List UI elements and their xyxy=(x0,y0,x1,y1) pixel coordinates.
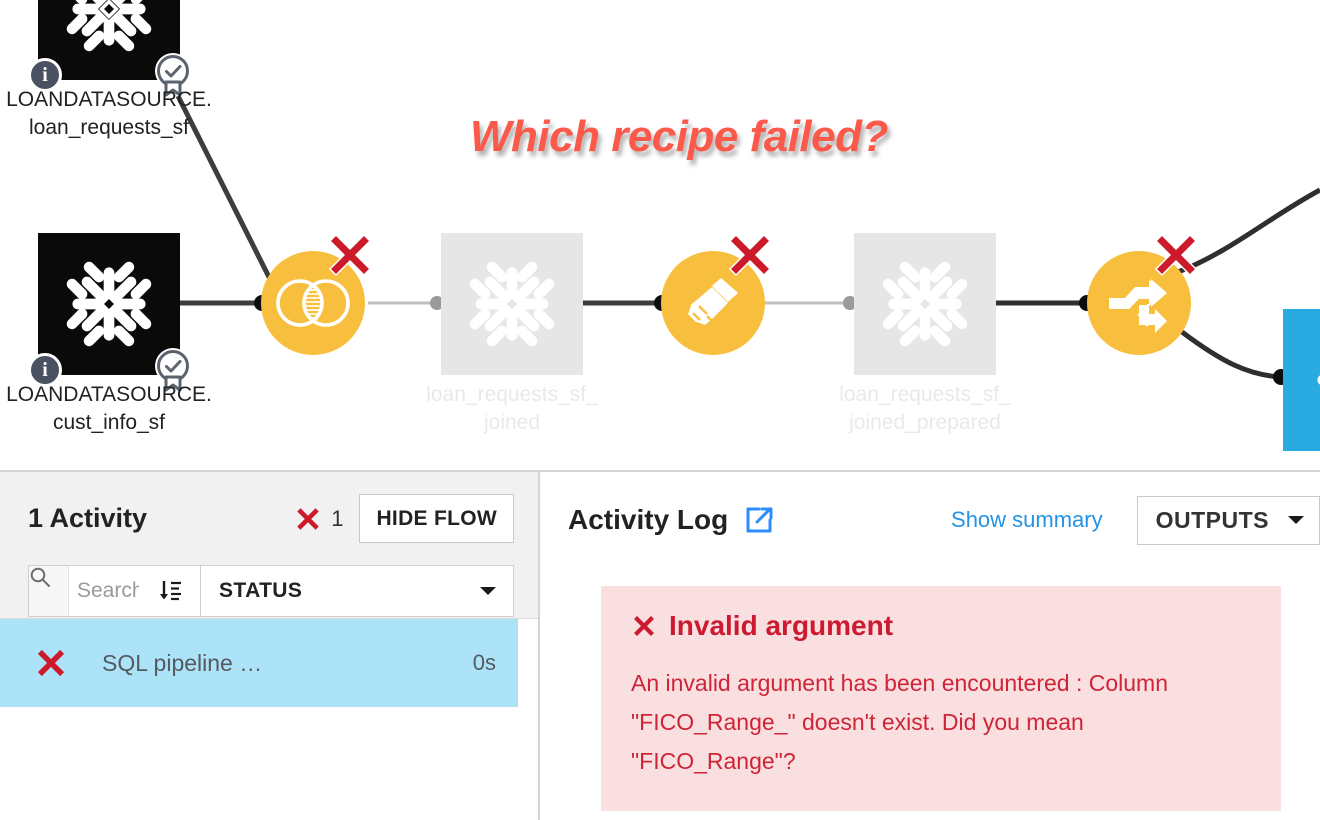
activities-panel: 1 Activity 1 HIDE FLOW Search a STATUS S… xyxy=(0,472,540,820)
show-summary-link[interactable]: Show summary xyxy=(951,507,1103,533)
outputs-dropdown[interactable]: OUTPUTS xyxy=(1136,495,1320,545)
search-input[interactable] xyxy=(69,567,141,615)
recipe-node-prepare[interactable] xyxy=(661,234,771,355)
activity-log-title: Activity Log xyxy=(568,504,729,535)
activities-title: 1 Activity xyxy=(28,503,148,533)
chevron-down-icon xyxy=(1288,516,1304,524)
dataiku-flow-screen: i LOANDATASOURCE. loan_requests_sf i LOA… xyxy=(0,0,1320,820)
error-title-row: Invalid argument xyxy=(631,610,1251,642)
dataset-node-loan-requests-sf-joined[interactable]: loan_requests_sf_ joined xyxy=(426,233,598,434)
annotation-text: Which recipe failed? xyxy=(467,109,892,165)
hide-flow-button[interactable]: HIDE FLOW xyxy=(359,494,514,543)
status-filter-dropdown[interactable]: STATUS xyxy=(201,565,514,617)
info-icon[interactable]: i xyxy=(28,58,62,92)
snowflake-icon xyxy=(441,233,583,375)
activity-log-panel: Activity Log Show summary OUTPUTS Invali… xyxy=(540,472,1320,820)
error-cross-icon xyxy=(37,649,65,677)
flow-edges xyxy=(175,94,1320,385)
error-message-box: Invalid argument An invalid argument has… xyxy=(601,586,1281,811)
activity-duration: 0s xyxy=(472,650,496,675)
error-message: An invalid argument has been encountered… xyxy=(631,670,1169,774)
info-icon[interactable]: i xyxy=(28,353,62,387)
dataset-node-output[interactable] xyxy=(1283,309,1320,451)
recipe-node-join[interactable] xyxy=(261,234,371,355)
activity-name: SQL pipeline … xyxy=(102,649,263,676)
join-recipe-icon xyxy=(276,279,350,327)
error-cross-icon xyxy=(634,616,654,636)
activity-row[interactable]: SQL pipeline … 0s xyxy=(0,619,518,707)
failed-count-group: 1 xyxy=(294,505,343,533)
status-filter-label: STATUS xyxy=(219,579,303,602)
outputs-label: OUTPUTS xyxy=(1155,506,1269,533)
split-recipe-icon xyxy=(1109,279,1167,333)
error-cross-icon xyxy=(297,507,319,530)
search-icon xyxy=(29,566,69,616)
failed-count: 1 xyxy=(331,505,344,531)
chevron-down-icon xyxy=(480,587,496,595)
search-box[interactable] xyxy=(28,565,141,617)
sort-button[interactable] xyxy=(141,565,201,617)
dataset-node-loan-requests-sf[interactable]: i LOANDATASOURCE. loan_requests_sf xyxy=(6,0,212,139)
activities-toolbar: STATUS xyxy=(28,565,514,617)
activities-header: 1 Activity 1 HIDE FLOW Search a STATUS xyxy=(0,472,538,619)
error-title: Invalid argument xyxy=(669,610,894,641)
prepare-recipe-icon xyxy=(688,278,738,325)
certified-badge-icon[interactable] xyxy=(152,347,194,393)
dataiku-dataset-icon xyxy=(1283,309,1320,451)
external-link-icon[interactable] xyxy=(744,505,774,535)
bottom-panels: 1 Activity 1 HIDE FLOW Search a STATUS S… xyxy=(0,470,1320,820)
dataset-node-cust-info-sf[interactable]: i LOANDATASOURCE. cust_info_sf xyxy=(6,233,212,434)
certified-badge-icon[interactable] xyxy=(152,52,194,98)
dataset-node-loan-requests-sf-joined-prepared[interactable]: loan_requests_sf_ joined_prepared xyxy=(839,233,1011,434)
flow-canvas[interactable]: i LOANDATASOURCE. loan_requests_sf i LOA… xyxy=(0,0,1320,470)
activity-log-header: Activity Log Show summary OUTPUTS xyxy=(568,492,1320,548)
sort-descending-icon xyxy=(159,581,181,601)
snowflake-icon xyxy=(854,233,996,375)
recipe-node-split[interactable] xyxy=(1087,234,1197,355)
